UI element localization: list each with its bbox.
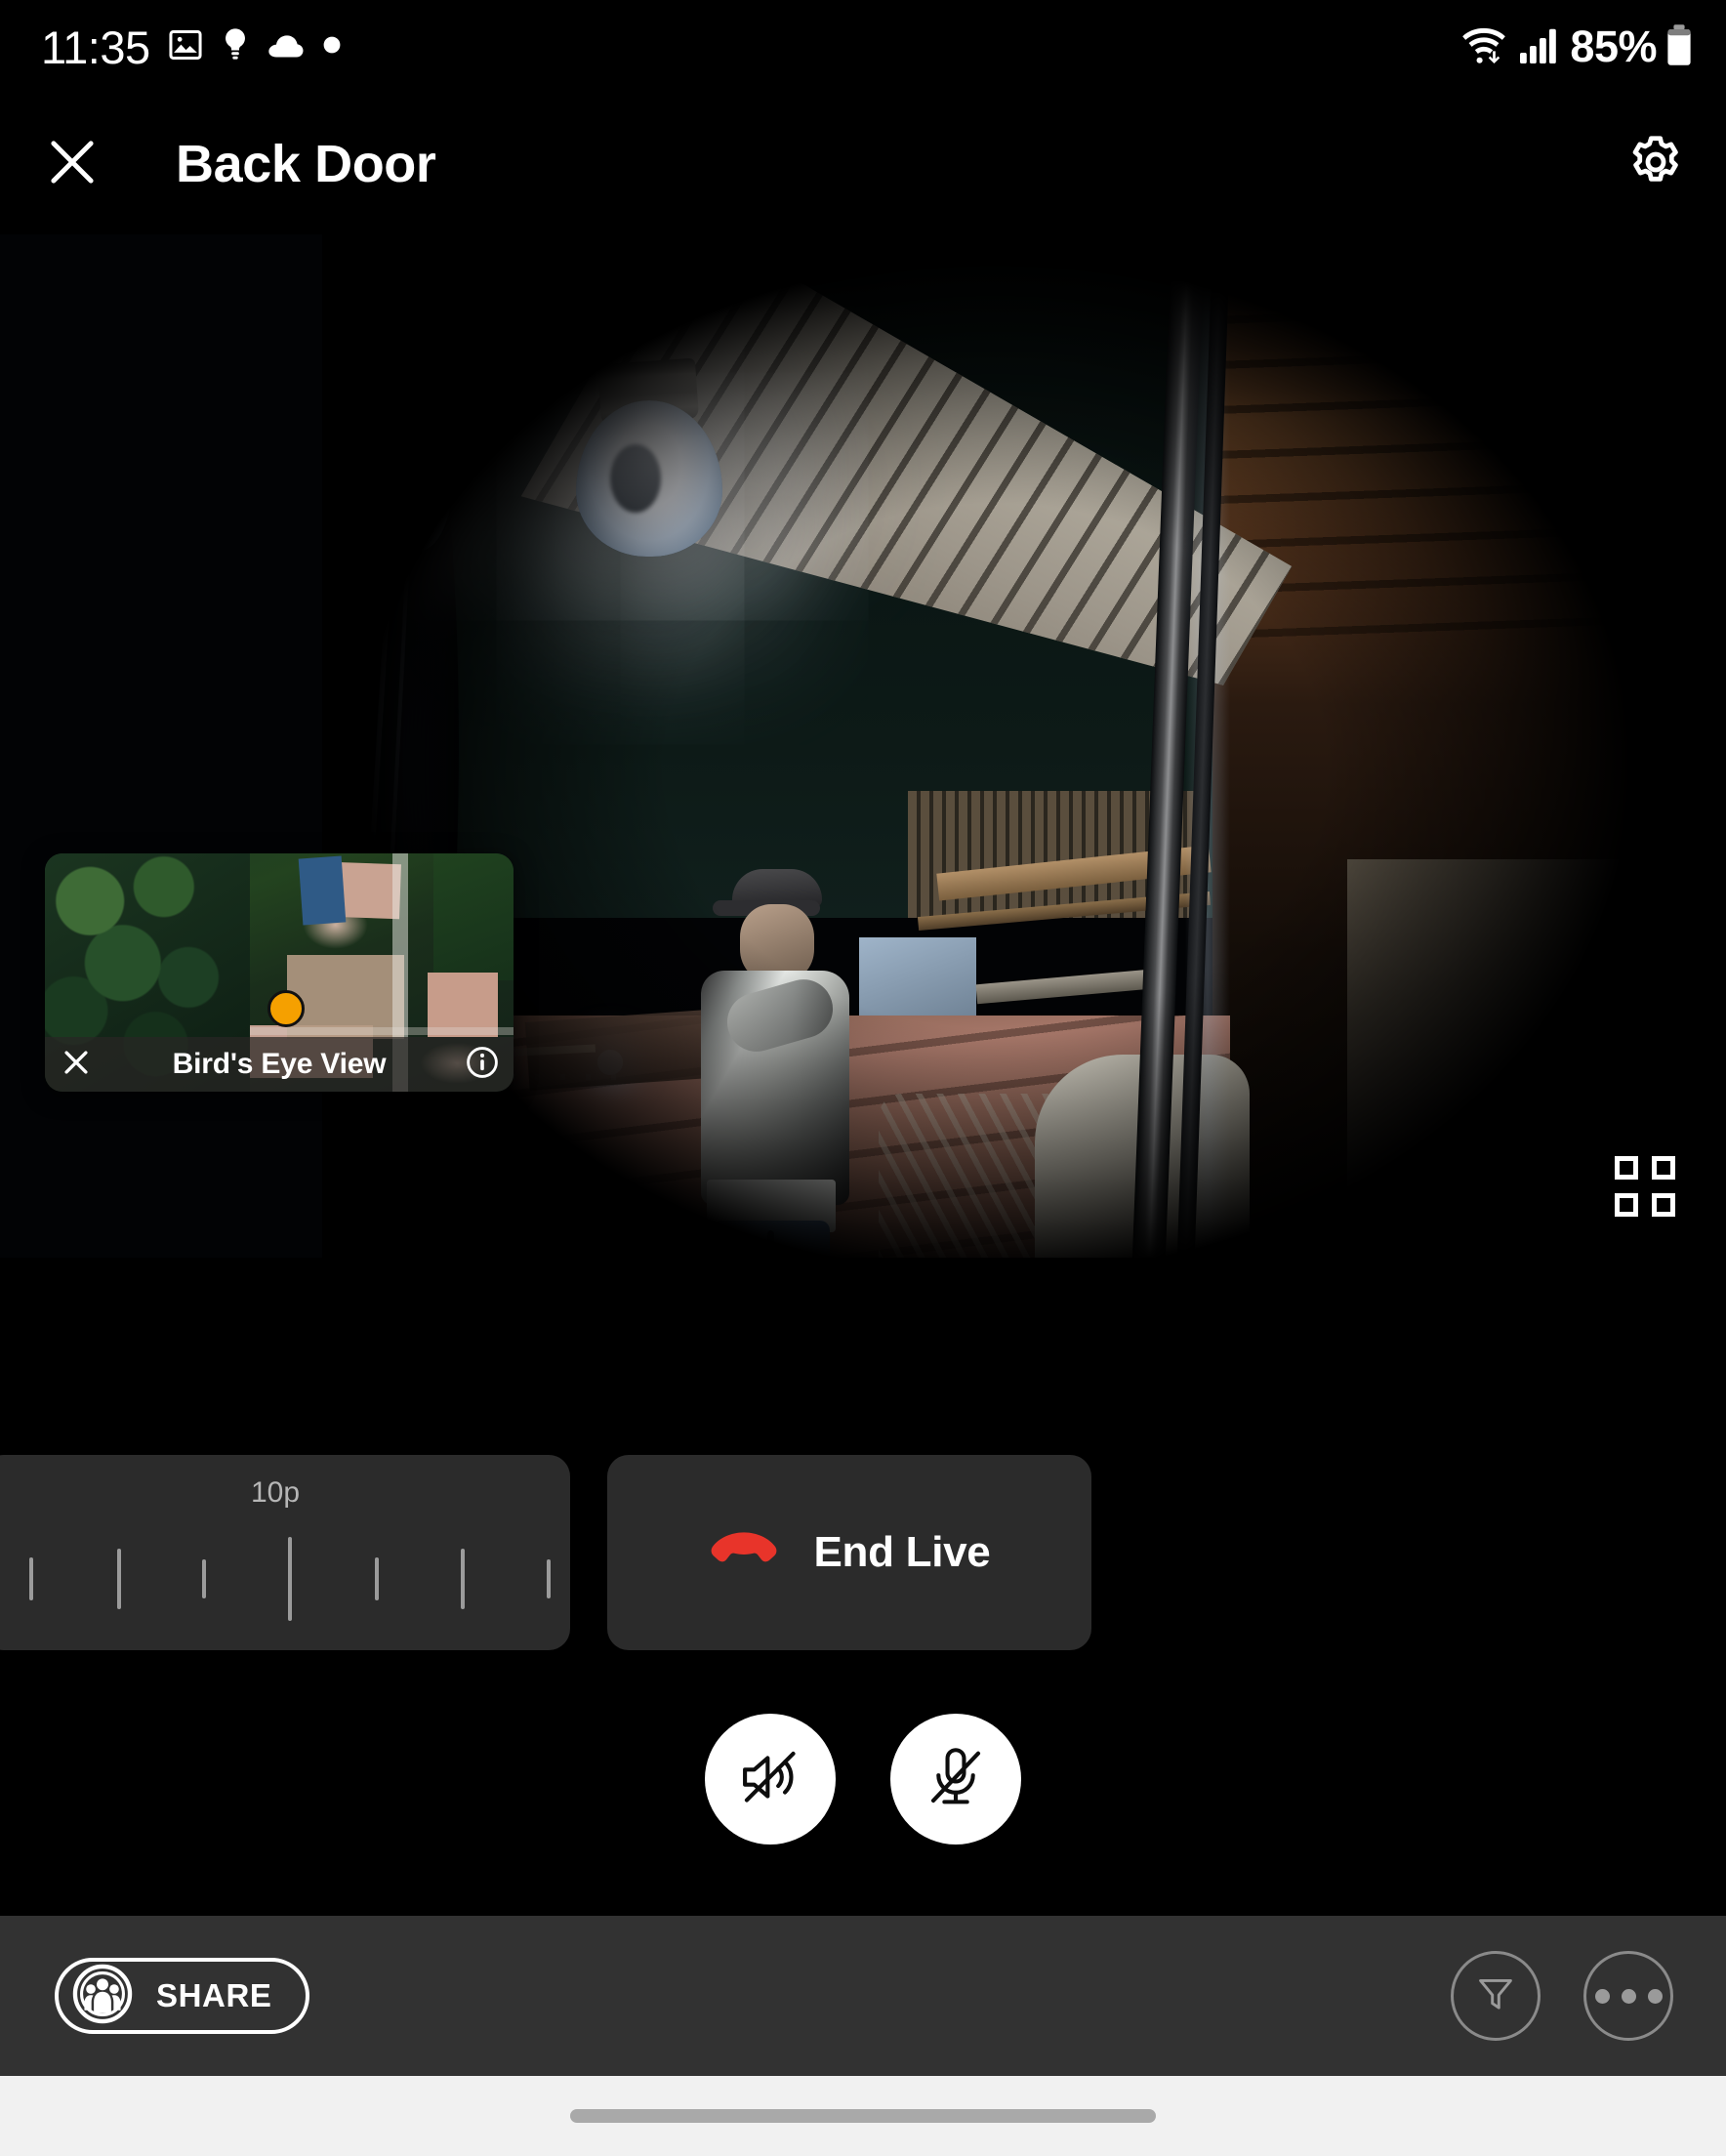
- dot: [1647, 1988, 1663, 2004]
- battery-icon: [1665, 23, 1693, 71]
- person-jeans-seam: [767, 1230, 774, 1258]
- cloud-icon: [267, 30, 306, 64]
- dot-icon: [322, 35, 342, 60]
- timeline-tick: [547, 1559, 551, 1598]
- timeline-ticks: [0, 1537, 570, 1621]
- camera-scene: [322, 234, 1726, 1258]
- timeline-scrubber[interactable]: 10p: [0, 1455, 570, 1650]
- end-live-label: End Live: [813, 1528, 991, 1576]
- clutter-box: [1371, 1250, 1576, 1258]
- timeline-tick: [29, 1557, 33, 1600]
- microphone-mute-button[interactable]: [890, 1714, 1021, 1845]
- timeline-time-label: 10p: [250, 1476, 301, 1509]
- bottom-action-bar: SHARE: [0, 1916, 1726, 2076]
- speaker-mute-button[interactable]: [705, 1714, 836, 1845]
- patio-table: [975, 968, 1163, 1005]
- dot: [1621, 1988, 1636, 2004]
- status-bar-left: 11:35: [41, 24, 342, 70]
- end-live-button[interactable]: End Live: [607, 1455, 1091, 1650]
- image-icon: [167, 26, 204, 68]
- speaker-muted-icon: [734, 1741, 806, 1818]
- status-bar-notification-icons: [167, 26, 342, 68]
- home-indicator[interactable]: [570, 2109, 1156, 2123]
- camera-location-marker: [267, 990, 305, 1027]
- map-pool: [298, 855, 347, 926]
- timeline-tick: [461, 1549, 465, 1609]
- birds-eye-view-info-button[interactable]: [451, 1045, 514, 1085]
- map-vegetation: [433, 853, 514, 980]
- birds-eye-view-label: Bird's Eye View: [172, 1048, 387, 1080]
- system-navigation-area: [0, 2076, 1726, 2156]
- close-icon: [42, 132, 103, 197]
- wood-grain: [1212, 234, 1726, 644]
- wifi-icon: [1459, 23, 1509, 71]
- status-bar-right: 85%: [1459, 21, 1693, 72]
- app-header: Back Door: [0, 94, 1726, 234]
- battery-percent-label: 85%: [1570, 21, 1657, 71]
- birds-eye-view-bar: Bird's Eye View: [45, 1037, 514, 1092]
- close-button[interactable]: [35, 127, 109, 201]
- more-options-icon: [1594, 1988, 1663, 2004]
- timeline-tick: [202, 1559, 206, 1598]
- birds-eye-view-panel[interactable]: Bird's Eye View: [45, 853, 514, 1092]
- settings-button[interactable]: [1619, 127, 1693, 201]
- filter-funnel-icon: [1474, 1972, 1517, 2020]
- fullscreen-icon-corner: [1652, 1193, 1675, 1217]
- timeline-tick: [117, 1549, 121, 1609]
- dot: [1594, 1988, 1610, 2004]
- playback-controls-row: 10p End Live: [0, 1455, 1726, 1650]
- call-control-buttons: [0, 1714, 1726, 1845]
- info-icon: [465, 1045, 500, 1085]
- microphone-muted-icon: [920, 1741, 992, 1818]
- more-options-button[interactable]: [1583, 1951, 1673, 2041]
- cellular-signal-icon: [1518, 24, 1561, 70]
- fullscreen-button[interactable]: [1615, 1156, 1675, 1217]
- live-video-feed[interactable]: [0, 234, 1726, 1258]
- gear-icon: [1625, 132, 1686, 197]
- fullscreen-icon: [1615, 1156, 1638, 1180]
- birds-eye-view-close-button[interactable]: [45, 1046, 107, 1084]
- status-bar-clock: 11:35: [41, 21, 150, 73]
- filter-button[interactable]: [1451, 1951, 1541, 2041]
- timeline-tick: [288, 1537, 292, 1621]
- camera-live-view-screen: 11:35 85% Back Door Bird's Eye View 10p …: [0, 0, 1726, 2156]
- person-on-deck: [683, 869, 859, 1258]
- video-frame: [0, 234, 1726, 1258]
- close-icon: [60, 1046, 93, 1084]
- timeline-tick: [375, 1557, 379, 1600]
- share-button[interactable]: SHARE: [55, 1958, 309, 2034]
- share-label: SHARE: [156, 1977, 272, 2013]
- bulb-filament: [610, 444, 661, 513]
- fullscreen-icon-corner: [1652, 1156, 1675, 1180]
- neighbors-group-icon: [70, 1962, 135, 2031]
- status-bar: 11:35 85%: [0, 0, 1726, 94]
- page-title: Back Door: [176, 135, 436, 193]
- lightbulb-icon: [221, 26, 250, 68]
- phone-hangup-icon: [709, 1528, 779, 1578]
- fullscreen-icon-corner: [1615, 1193, 1638, 1217]
